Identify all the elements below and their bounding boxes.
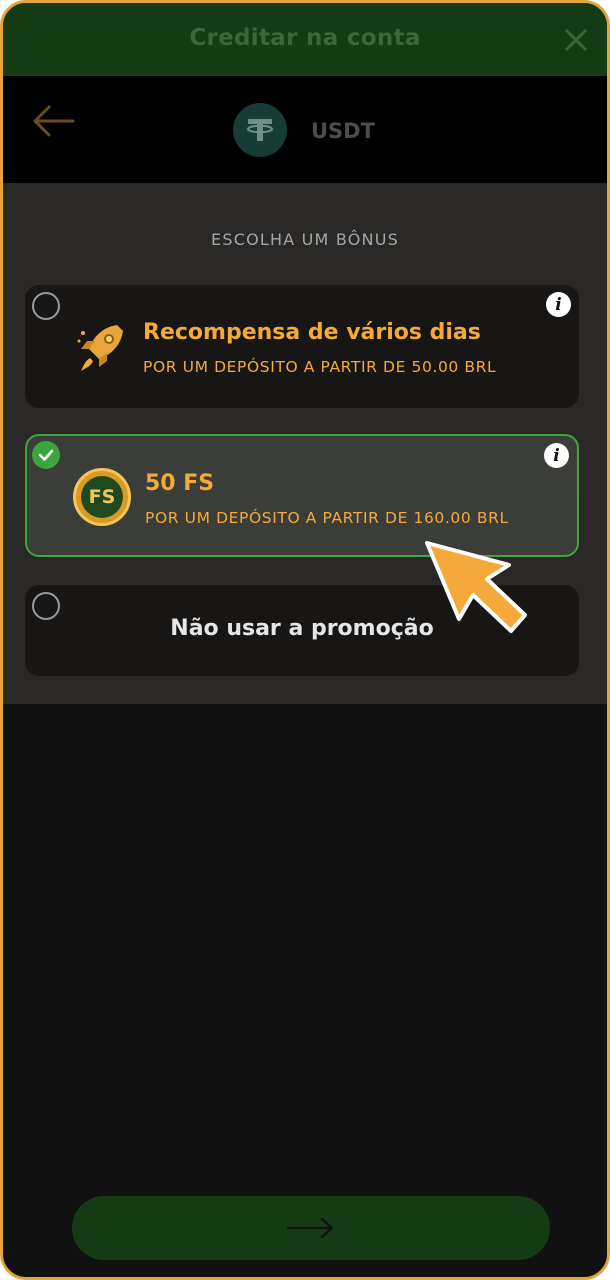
- bonus-title: 50 FS: [145, 471, 215, 496]
- bonus-subtitle: POR UM DEPÓSITO A PARTIR DE 50.00 BRL: [143, 358, 497, 376]
- currency-header: USDT: [3, 76, 607, 183]
- dialog-title: Creditar na conta: [189, 25, 421, 51]
- next-button[interactable]: [72, 1196, 550, 1260]
- bonus-title: Recompensa de vários dias: [143, 320, 481, 345]
- radio-button-checked[interactable]: [32, 441, 60, 469]
- rocket-icon: [77, 325, 123, 371]
- info-icon[interactable]: i: [544, 443, 569, 468]
- info-icon[interactable]: i: [546, 292, 571, 317]
- check-icon: [38, 449, 54, 461]
- arrow-right-icon: [286, 1217, 334, 1239]
- pointer-arrow-icon: [425, 541, 527, 633]
- currency-coin: [233, 103, 287, 157]
- deposit-dialog: Creditar na conta USDT ESCOLHA UM BÔNUS: [0, 0, 610, 1280]
- bonus-subtitle: POR UM DEPÓSITO A PARTIR DE 160.00 BRL: [145, 509, 509, 527]
- back-arrow-icon: [33, 105, 75, 137]
- title-bar: Creditar na conta: [3, 3, 607, 76]
- currency-label: USDT: [311, 119, 375, 143]
- close-button[interactable]: [559, 23, 593, 57]
- close-icon: [565, 29, 587, 51]
- fs-coin-badge: FS: [81, 476, 123, 518]
- fs-coin-icon: FS: [73, 468, 131, 526]
- back-button[interactable]: [31, 104, 81, 138]
- radio-button[interactable]: [32, 292, 60, 320]
- section-label: ESCOLHA UM BÔNUS: [211, 230, 399, 249]
- bonus-option-multiday[interactable]: i Recompensa de vários dias POR UM DEPÓS…: [25, 285, 579, 408]
- tether-icon: [247, 119, 273, 141]
